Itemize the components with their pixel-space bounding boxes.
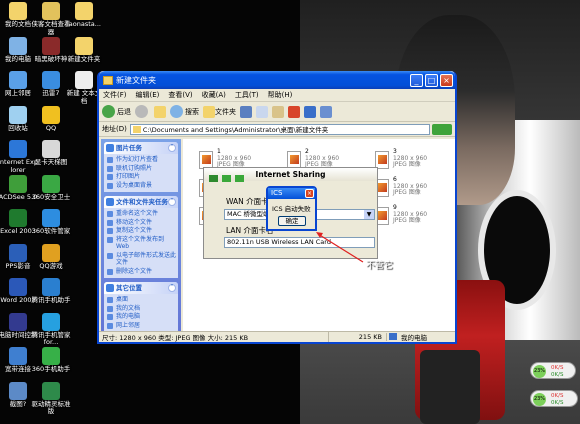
- callout-label: 不管它: [366, 261, 394, 271]
- callout-line: [317, 233, 364, 263]
- callout-arrow: [316, 232, 364, 263]
